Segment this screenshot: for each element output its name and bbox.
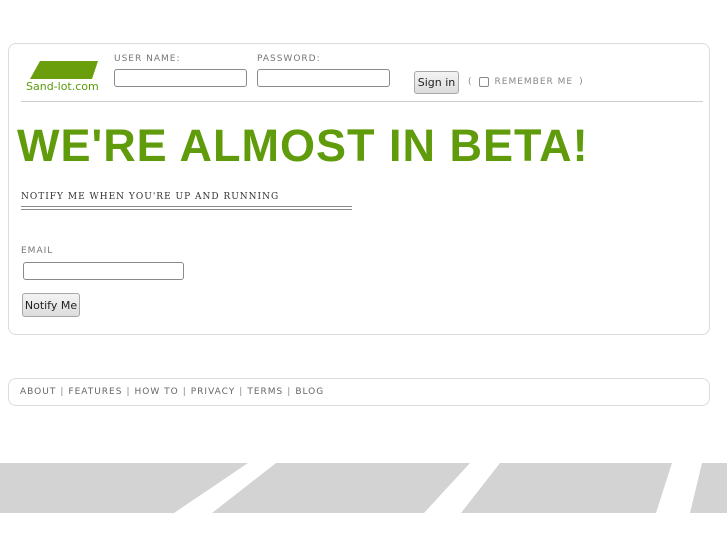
- footer-link-how-to[interactable]: HOW TO: [135, 387, 179, 397]
- footer-separator: |: [60, 387, 65, 397]
- logo-text: Sand-lot.com: [26, 80, 99, 93]
- footer-separator: |: [182, 387, 187, 397]
- footer-links: ABOUT | FEATURES | HOW TO | PRIVACY | TERMS | BLOG: [20, 387, 324, 397]
- remember-me-checkbox[interactable]: [478, 77, 489, 87]
- sign-in-button[interactable]: Sign in: [414, 71, 459, 94]
- header-divider: [21, 101, 703, 102]
- decorative-stripes: [0, 463, 727, 513]
- footer-separator: |: [239, 387, 244, 397]
- footer-link-privacy[interactable]: PRIVACY: [191, 387, 236, 397]
- notify-me-button[interactable]: Notify Me: [22, 293, 80, 317]
- stripe-1: [0, 463, 248, 513]
- footer-link-blog[interactable]: BLOG: [295, 387, 324, 397]
- remember-me-group: ( REMEMBER ME ): [468, 77, 584, 87]
- remember-me-label[interactable]: REMEMBER ME: [495, 77, 574, 87]
- stripe-4: [690, 463, 727, 513]
- remember-open-paren: (: [468, 77, 473, 87]
- footer-separator: |: [126, 387, 131, 397]
- logo-parallelogram-icon: [30, 61, 98, 79]
- beta-headline: WE'RE ALMOST IN BETA!: [17, 120, 589, 171]
- stripe-2: [212, 463, 470, 513]
- password-label: PASSWORD:: [257, 54, 321, 64]
- stripe-3: [461, 463, 672, 513]
- password-input[interactable]: [257, 69, 390, 87]
- username-input[interactable]: [114, 69, 247, 87]
- site-logo[interactable]: Sand-lot.com: [26, 60, 106, 96]
- footer-link-terms[interactable]: TERMS: [247, 387, 283, 397]
- notify-double-rule: [21, 206, 352, 210]
- footer-link-features[interactable]: FEATURES: [68, 387, 122, 397]
- main-card: Sand-lot.com USER NAME: PASSWORD: Sign i…: [8, 43, 710, 335]
- email-label: EMAIL: [21, 246, 54, 256]
- remember-close-paren: ): [579, 77, 584, 87]
- notify-heading: NOTIFY ME WHEN YOU'RE UP AND RUNNING: [21, 192, 280, 202]
- footer-link-about[interactable]: ABOUT: [20, 387, 56, 397]
- email-input[interactable]: [23, 262, 184, 280]
- username-label: USER NAME:: [114, 54, 181, 64]
- footer-bar: ABOUT | FEATURES | HOW TO | PRIVACY | TERMS | BLOG: [8, 378, 710, 406]
- footer-separator: |: [287, 387, 292, 397]
